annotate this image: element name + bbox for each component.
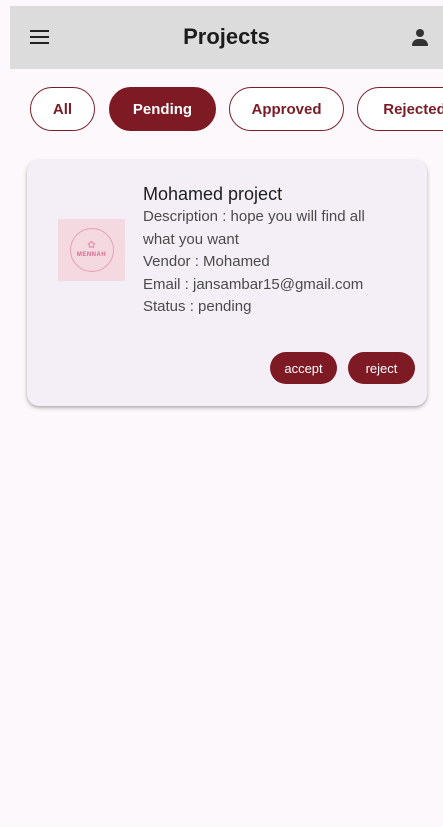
flower-icon: ✿ (87, 240, 96, 251)
filter-chip-rejected[interactable]: Rejected (357, 87, 443, 131)
filter-chip-pending[interactable]: Pending (109, 87, 216, 131)
logo-emblem: ✿ MENNAH (69, 228, 114, 272)
filter-chip-all[interactable]: All (30, 87, 95, 131)
project-vendor: Vendor : Mohamed (143, 253, 270, 270)
project-card: ✿ MENNAH Mohamed project Description : h… (27, 160, 427, 406)
project-status: Status : pending (143, 298, 252, 315)
project-description-cont: what you want (143, 230, 239, 248)
accept-button[interactable]: accept (270, 352, 337, 384)
project-email: Email : jansambar15@gmail.com (143, 275, 364, 293)
filter-chips: All Pending Approved Rejected (0, 87, 443, 135)
person-icon[interactable] (411, 29, 429, 47)
reject-button[interactable]: reject (348, 352, 415, 384)
project-logo: ✿ MENNAH (58, 219, 125, 281)
filter-chip-approved[interactable]: Approved (229, 87, 344, 131)
page-title: Projects (183, 24, 270, 49)
project-info: Mohamed project Description : hope you w… (143, 182, 413, 319)
app-bar: Projects (10, 6, 443, 69)
logo-text: MENNAH (76, 252, 107, 258)
project-name: Mohamed project (143, 184, 283, 204)
project-description: Description : hope you will find all (143, 208, 365, 225)
